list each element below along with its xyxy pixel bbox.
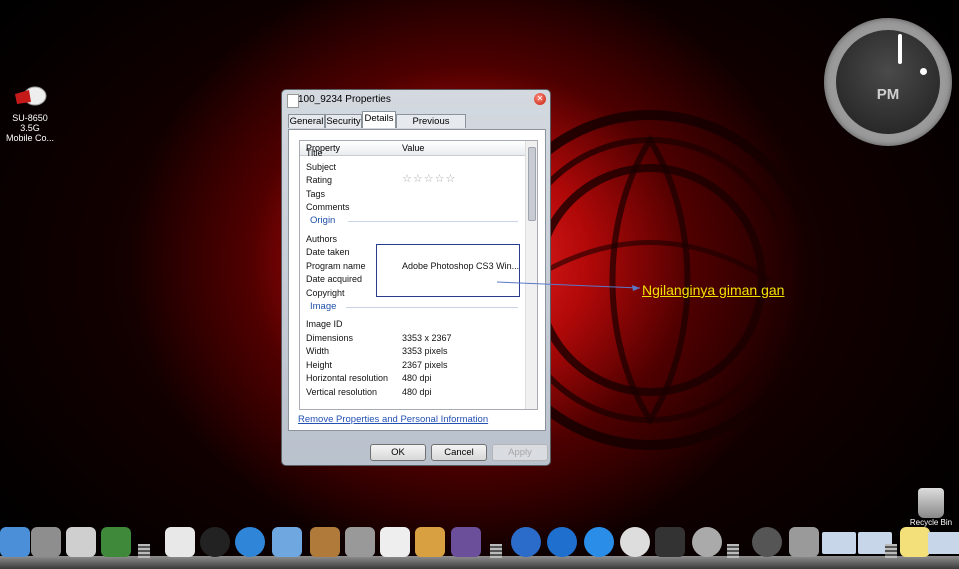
column-header-value[interactable]: Value — [402, 141, 424, 155]
annotation-box — [376, 244, 520, 297]
value-height[interactable]: 2367 pixels — [402, 359, 448, 371]
annotation-text: Ngilanginya giman gan — [642, 282, 785, 298]
dock — [0, 522, 959, 569]
apply-button[interactable]: Apply — [492, 444, 548, 461]
photo-viewer-icon[interactable] — [101, 527, 131, 557]
close-icon: ✕ — [536, 94, 544, 103]
property-date-taken[interactable]: Date taken — [306, 246, 350, 258]
list-scrollbar[interactable] — [525, 141, 537, 409]
scrollbar-thumb[interactable] — [528, 147, 536, 221]
rocket-icon[interactable] — [692, 527, 722, 557]
ok-button[interactable]: OK — [370, 444, 426, 461]
list-header: Property Value — [300, 141, 527, 156]
property-tags[interactable]: Tags — [306, 188, 325, 200]
dock-separator — [138, 544, 150, 558]
printer-icon[interactable] — [66, 527, 96, 557]
mail-icon[interactable] — [272, 527, 302, 557]
desktop-icon-modem[interactable]: SU-8650 3.5G Mobile Co... — [2, 84, 58, 143]
dock-separator — [490, 544, 502, 558]
clock-dot — [920, 68, 927, 75]
value-width[interactable]: 3353 pixels — [402, 345, 448, 357]
home-icon[interactable] — [165, 527, 195, 557]
clock-widget[interactable]: PM — [824, 18, 952, 146]
property-dimensions[interactable]: Dimensions — [306, 332, 353, 344]
front-row-icon[interactable] — [451, 527, 481, 557]
directory-utility-icon[interactable] — [415, 527, 445, 557]
property-copyright[interactable]: Copyright — [306, 287, 345, 299]
finder-icon[interactable] — [0, 527, 30, 557]
recycle-bin-icon — [918, 488, 944, 518]
property-subject[interactable]: Subject — [306, 161, 336, 173]
dashboard-icon[interactable] — [200, 527, 230, 557]
cancel-button[interactable]: Cancel — [431, 444, 487, 461]
calculator-icon[interactable] — [345, 527, 375, 557]
address-book-icon[interactable] — [310, 527, 340, 557]
trash-icon[interactable] — [789, 527, 819, 557]
property-program-name[interactable]: Program name — [306, 260, 366, 272]
value-vertical-resolution[interactable]: 480 dpi — [402, 386, 432, 398]
dialog-titlebar[interactable]: 100_9234 Properties ✕ — [282, 90, 550, 110]
dock-separator — [727, 544, 739, 558]
dialog-title: 100_9234 Properties — [298, 94, 391, 105]
user-photo-icon[interactable] — [620, 527, 650, 557]
desktop-icon-label-line1: SU-8650 3.5G — [12, 113, 48, 133]
property-vertical-resolution[interactable]: Vertical resolution — [306, 386, 377, 398]
property-title[interactable]: Title — [306, 147, 323, 159]
group-divider — [346, 307, 518, 308]
rating-stars[interactable]: ☆☆☆☆☆ — [402, 172, 456, 185]
notes-icon[interactable] — [900, 527, 930, 557]
value-horizontal-resolution[interactable]: 480 dpi — [402, 372, 432, 384]
remove-properties-link[interactable]: Remove Properties and Personal Informati… — [298, 414, 488, 425]
app-store-icon[interactable] — [584, 527, 614, 557]
tab-previous-versions[interactable]: Previous Versions — [396, 114, 466, 141]
dock-separator — [885, 544, 897, 558]
clock-hand — [898, 34, 902, 64]
property-date-acquired[interactable]: Date acquired — [306, 273, 362, 285]
close-button[interactable]: ✕ — [534, 93, 546, 105]
clock-ampm-label: PM — [876, 86, 900, 103]
desktop-icon-label-line2: Mobile Co... — [5, 133, 55, 143]
property-height[interactable]: Height — [306, 359, 332, 371]
property-image-id[interactable]: Image ID — [306, 318, 343, 330]
group-origin: Origin — [310, 215, 336, 226]
property-horizontal-resolution[interactable]: Horizontal resolution — [306, 372, 388, 384]
itunes-icon[interactable] — [511, 527, 541, 557]
power-icon[interactable] — [752, 527, 782, 557]
value-dimensions[interactable]: 3353 x 2367 — [402, 332, 452, 344]
tab-general[interactable]: General — [288, 114, 325, 128]
property-rating[interactable]: Rating — [306, 174, 332, 186]
imovie-icon[interactable] — [655, 527, 685, 557]
property-width[interactable]: Width — [306, 345, 329, 357]
window-thumbnail-icon[interactable] — [928, 532, 959, 554]
window-thumbnail-icon[interactable] — [822, 532, 856, 554]
tab-security[interactable]: Security — [325, 114, 362, 128]
quicktime-icon[interactable] — [547, 527, 577, 557]
group-image: Image — [310, 301, 337, 312]
system-preferences-icon[interactable] — [31, 527, 61, 557]
safari-icon[interactable] — [235, 527, 265, 557]
textedit-icon[interactable] — [380, 527, 410, 557]
property-authors[interactable]: Authors — [306, 233, 337, 245]
property-comments[interactable]: Comments — [306, 201, 350, 213]
tab-details[interactable]: Details — [362, 111, 396, 128]
group-divider — [348, 221, 518, 222]
modem-icon — [15, 86, 47, 106]
clock-face: PM — [836, 30, 940, 134]
